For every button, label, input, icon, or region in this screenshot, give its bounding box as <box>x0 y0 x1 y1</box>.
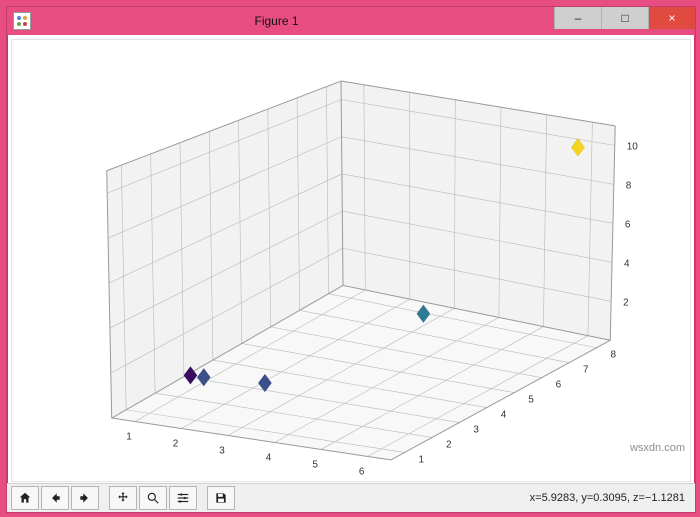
arrow-left-icon <box>48 491 62 505</box>
save-icon <box>214 491 228 505</box>
svg-text:1: 1 <box>419 454 425 465</box>
magnify-icon <box>146 491 160 505</box>
titlebar[interactable]: Figure 1 – □ × <box>7 7 695 35</box>
svg-text:8: 8 <box>626 180 632 191</box>
svg-text:3: 3 <box>473 424 479 435</box>
svg-text:6: 6 <box>359 466 365 477</box>
svg-text:7: 7 <box>583 365 589 376</box>
svg-text:2: 2 <box>446 439 452 450</box>
cursor-coordinates: x=5.9283, y=0.3095, z=−1.1281 <box>530 492 691 504</box>
svg-text:6: 6 <box>556 380 562 391</box>
configure-button[interactable] <box>169 486 197 510</box>
home-button[interactable] <box>11 486 39 510</box>
arrow-right-icon <box>78 491 92 505</box>
svg-text:10: 10 <box>627 141 639 152</box>
window-title: Figure 1 <box>0 14 554 28</box>
svg-text:2: 2 <box>173 438 179 449</box>
close-button[interactable]: × <box>648 7 695 29</box>
maximize-button[interactable]: □ <box>601 7 648 29</box>
svg-text:8: 8 <box>610 350 616 361</box>
window-controls: – □ × <box>554 7 695 35</box>
minimize-button[interactable]: – <box>554 7 601 29</box>
home-icon <box>18 491 32 505</box>
svg-text:5: 5 <box>312 459 318 470</box>
sliders-icon <box>176 491 190 505</box>
toolbar: x=5.9283, y=0.3095, z=−1.1281 <box>7 483 695 512</box>
svg-text:4: 4 <box>624 258 630 269</box>
svg-text:2: 2 <box>623 297 629 308</box>
app-window: Figure 1 – □ × 1 2 3 4 5 6 1 2 3 4 5 6 7 8 2 4 6 8 10 <box>6 6 696 513</box>
back-button[interactable] <box>41 486 69 510</box>
zoom-button[interactable] <box>139 486 167 510</box>
svg-text:4: 4 <box>266 452 272 463</box>
svg-text:6: 6 <box>625 219 631 230</box>
save-button[interactable] <box>207 486 235 510</box>
svg-text:1: 1 <box>126 431 132 442</box>
plot-area[interactable]: 1 2 3 4 5 6 1 2 3 4 5 6 7 8 2 4 6 8 10 <box>11 39 691 482</box>
move-icon <box>116 491 130 505</box>
scatter3d-chart: 1 2 3 4 5 6 1 2 3 4 5 6 7 8 2 4 6 8 10 <box>12 40 690 481</box>
svg-text:3: 3 <box>219 445 225 456</box>
pan-button[interactable] <box>109 486 137 510</box>
svg-text:4: 4 <box>501 410 507 421</box>
forward-button[interactable] <box>71 486 99 510</box>
svg-text:5: 5 <box>528 395 534 406</box>
